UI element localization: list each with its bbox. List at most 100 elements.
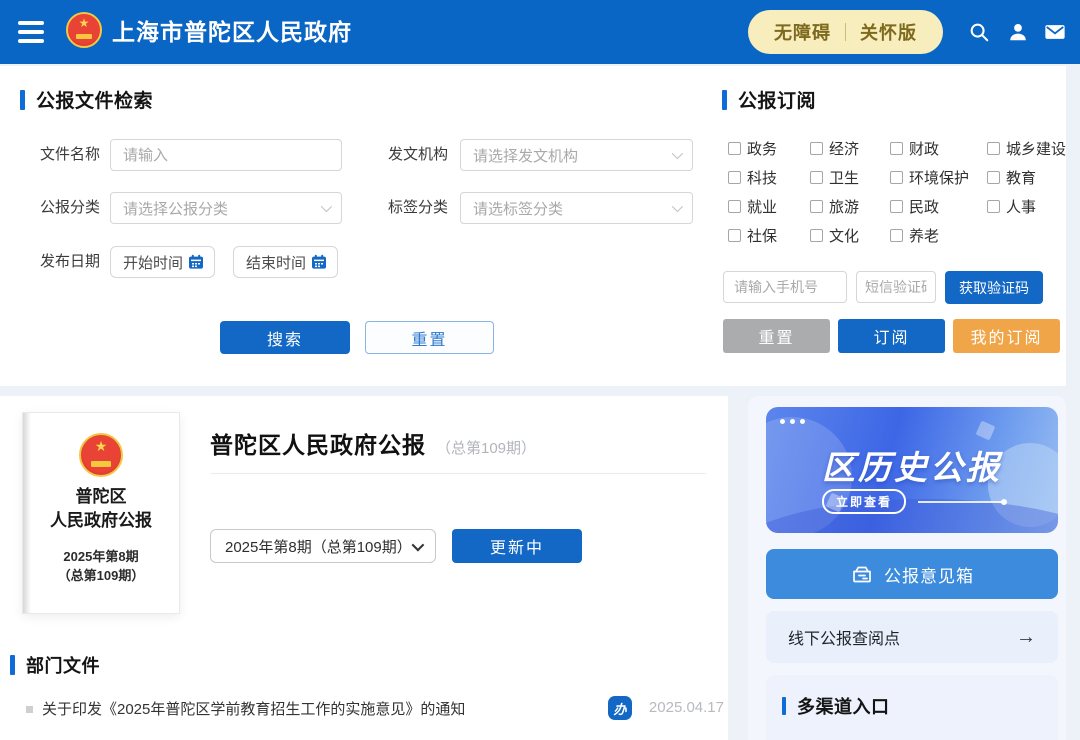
topic-item[interactable]: 人事 <box>987 198 1066 214</box>
topic-label: 教育 <box>1006 167 1036 188</box>
bullet-square-icon <box>26 706 33 713</box>
checkbox-icon[interactable] <box>890 229 903 242</box>
category-select-placeholder: 请选择公报分类 <box>123 198 228 219</box>
care-mode-link[interactable]: 关怀版 <box>860 19 917 45</box>
checkbox-icon[interactable] <box>810 229 823 242</box>
topic-item[interactable]: 卫生 <box>810 169 890 185</box>
tag-select[interactable]: 请选标签分类 <box>460 192 693 224</box>
topic-item[interactable]: 养老 <box>890 227 987 243</box>
channels-title: 多渠道入口 <box>797 693 890 719</box>
accessibility-link[interactable]: 无障碍 <box>774 19 831 45</box>
menu-icon[interactable] <box>18 21 44 43</box>
top-header: 上海市普陀区人民政府 无障碍 关怀版 <box>0 0 1080 64</box>
chevron-down-icon <box>672 148 683 159</box>
search-subscribe-panel: 公报文件检索 文件名称 发文机构 请选择发文机构 公报分类 请选择公报分类 标签… <box>0 66 1066 386</box>
banner-title: 区历史公报 <box>766 441 1058 489</box>
department-docs-title: 部门文件 <box>26 652 100 678</box>
search-section-title: 公报文件检索 <box>36 86 153 113</box>
date-end-placeholder: 结束时间 <box>246 252 306 273</box>
topic-item[interactable]: 财政 <box>890 140 987 156</box>
topic-item[interactable]: 民政 <box>890 198 987 214</box>
topic-item[interactable]: 科技 <box>728 169 810 185</box>
mail-icon[interactable] <box>1044 21 1066 43</box>
search-reset-button[interactable]: 重置 <box>365 321 494 354</box>
checkbox-icon[interactable] <box>987 142 1000 155</box>
issue-select-value: 2025年第8期（总第109期） <box>225 536 412 557</box>
phone-input[interactable] <box>723 271 847 303</box>
checkbox-icon[interactable] <box>890 171 903 184</box>
document-date: 2025.04.17 <box>649 699 724 716</box>
checkbox-icon[interactable] <box>810 200 823 213</box>
checkbox-icon[interactable] <box>987 200 1000 213</box>
agency-select[interactable]: 请选择发文机构 <box>460 139 693 171</box>
cover-issue: 2025年第8期 <box>23 547 179 566</box>
tag-select-placeholder: 请选标签分类 <box>473 198 563 219</box>
topic-item[interactable]: 政务 <box>728 140 810 156</box>
checkbox-icon[interactable] <box>987 171 1000 184</box>
topic-label: 城乡建设 <box>1006 138 1066 159</box>
checkbox-icon[interactable] <box>728 171 741 184</box>
arrow-right-icon: → <box>1016 626 1036 649</box>
history-bulletin-banner[interactable]: 区历史公报 立即查看 <box>766 407 1058 533</box>
topic-item[interactable]: 旅游 <box>810 198 890 214</box>
banner-cta-button[interactable]: 立即查看 <box>822 489 906 514</box>
topic-label: 政务 <box>747 138 777 159</box>
department-docs-header: 部门文件 <box>10 652 100 678</box>
document-link[interactable]: 关于印发《2025年普陀区学前教育招生工作的实施意见》的通知 <box>42 698 465 719</box>
banner-cta-row: 立即查看 <box>822 489 1004 514</box>
topic-label: 旅游 <box>829 196 859 217</box>
bulletin-cover[interactable]: 普陀区 人民政府公报 2025年第8期 （总第109期） <box>22 412 180 614</box>
channels-card: 多渠道入口 <box>766 675 1058 740</box>
checkbox-icon[interactable] <box>890 142 903 155</box>
topic-label: 养老 <box>909 225 939 246</box>
topic-label: 文化 <box>829 225 859 246</box>
topic-item[interactable]: 城乡建设 <box>987 140 1066 156</box>
topic-item[interactable]: 社保 <box>728 227 810 243</box>
offline-lookup-card[interactable]: 线下公报查阅点 → <box>766 611 1058 663</box>
checkbox-icon[interactable] <box>810 142 823 155</box>
topic-item[interactable]: 文化 <box>810 227 890 243</box>
topic-item[interactable]: 环境保护 <box>890 169 987 185</box>
checkbox-icon[interactable] <box>728 229 741 242</box>
subscribe-section-header: 公报订阅 <box>722 86 816 113</box>
feedback-box-label: 公报意见箱 <box>884 562 974 587</box>
file-name-input[interactable] <box>110 139 342 171</box>
get-code-button[interactable]: 获取验证码 <box>945 271 1043 304</box>
checkbox-icon[interactable] <box>728 200 741 213</box>
bulletin-title: 普陀区人民政府公报（总第109期） <box>210 426 536 460</box>
topic-label: 就业 <box>747 196 777 217</box>
topic-item[interactable]: 教育 <box>987 169 1066 185</box>
date-end-picker[interactable]: 结束时间 <box>233 246 338 278</box>
topic-item[interactable]: 经济 <box>810 140 890 156</box>
chevron-down-icon <box>412 538 425 551</box>
issue-select[interactable]: 2025年第8期（总第109期） <box>210 529 436 563</box>
category-select[interactable]: 请选择公报分类 <box>110 192 342 224</box>
topic-item[interactable]: 就业 <box>728 198 810 214</box>
chevron-down-icon <box>672 201 683 212</box>
user-icon[interactable] <box>1007 21 1029 43</box>
date-start-picker[interactable]: 开始时间 <box>110 246 215 278</box>
offline-lookup-label: 线下公报查阅点 <box>788 625 900 649</box>
checkbox-icon[interactable] <box>728 142 741 155</box>
status-button[interactable]: 更新中 <box>452 529 582 563</box>
sms-code-input[interactable] <box>856 271 936 303</box>
checkbox-icon[interactable] <box>890 200 903 213</box>
accessibility-pill: 无障碍 关怀版 <box>748 10 943 54</box>
document-list-item: 关于印发《2025年普陀区学前教育招生工作的实施意见》的通知 办 2025.04… <box>26 696 726 722</box>
search-button[interactable]: 搜索 <box>220 321 350 354</box>
topic-label: 民政 <box>909 196 939 217</box>
subscribe-button[interactable]: 订阅 <box>838 319 945 353</box>
search-icon[interactable] <box>968 21 990 43</box>
my-subscription-button[interactable]: 我的订阅 <box>953 319 1060 353</box>
divider <box>210 473 706 474</box>
banner-dots-icon <box>780 419 805 424</box>
bulletin-title-text: 普陀区人民政府公报 <box>210 432 426 458</box>
search-section-header: 公报文件检索 <box>20 86 153 113</box>
channels-header: 多渠道入口 <box>782 693 890 719</box>
subscribe-reset-button[interactable]: 重置 <box>723 319 830 353</box>
topic-label: 财政 <box>909 138 939 159</box>
checkbox-icon[interactable] <box>810 171 823 184</box>
date-start-placeholder: 开始时间 <box>123 252 183 273</box>
topic-label: 人事 <box>1006 196 1036 217</box>
feedback-box-button[interactable]: 公报意见箱 <box>766 549 1058 599</box>
